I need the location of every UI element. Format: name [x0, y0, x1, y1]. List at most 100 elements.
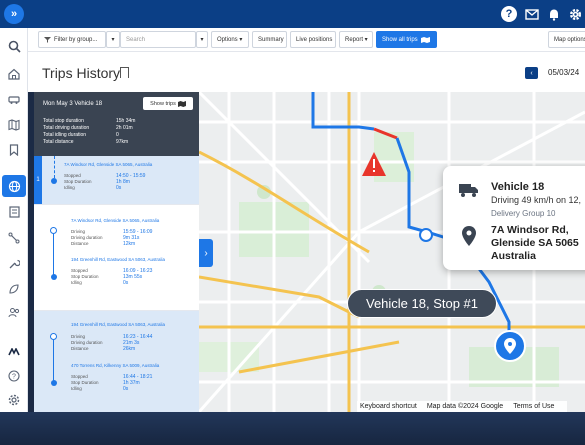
stop-tooltip: Vehicle 18, Stop #1	[347, 289, 497, 318]
expand-menu-icon[interactable]: »	[4, 4, 24, 24]
trip-end-address: 470 Torrens Rd, Kilkenny SA 5009, Austra…	[71, 363, 160, 368]
timeline-start-dot	[50, 333, 57, 340]
search-icon[interactable]	[4, 36, 24, 56]
stop-address: 7A Windsor Rd, Glenside SA 5065, Austral…	[64, 162, 153, 167]
map-data-label: Map data ©2024 Google	[426, 403, 504, 410]
trip-value: 0s	[123, 386, 129, 392]
trip-value: 12km	[123, 241, 136, 247]
top-navigation-bar: ?	[28, 0, 585, 28]
stat-value: 15h 34m	[116, 118, 136, 124]
vehicle-icon[interactable]	[4, 90, 24, 110]
summary-button[interactable]: Summary	[252, 31, 287, 48]
stat-row: Total distance 97km	[43, 139, 128, 145]
selected-stop-marker: 1	[34, 156, 42, 204]
options-button[interactable]: Options ▾	[211, 31, 249, 48]
trip-start-address: 7A Windsor Rd, Glenside SA 5065, Austral…	[71, 218, 160, 223]
route-icon[interactable]	[4, 228, 24, 248]
page-header: Trips History ‹ 05/03/24	[28, 52, 585, 92]
mail-icon[interactable]	[524, 6, 540, 22]
bookmark-icon[interactable]	[120, 67, 129, 78]
icon-rail: » ?	[0, 0, 28, 412]
card-group: Delivery Group 10	[491, 209, 556, 218]
trip-value: 26km	[123, 346, 136, 352]
report-icon[interactable]	[4, 202, 24, 222]
show-trips-button[interactable]: Show trips	[143, 97, 193, 110]
brand-logo-icon	[4, 342, 24, 362]
trip-value: 0s	[123, 280, 129, 286]
filter-group-select[interactable]: Filter by group...	[38, 31, 106, 48]
map-icon	[177, 100, 186, 107]
help-icon[interactable]: ?	[4, 366, 24, 386]
stat-label: Total distance	[43, 139, 74, 145]
stat-value: 97km	[116, 139, 129, 145]
rail-header: »	[0, 0, 28, 28]
card-status: Driving 49 km/h on 12,	[491, 195, 582, 205]
show-all-trips-button[interactable]: Show all trips	[376, 31, 437, 48]
bell-icon[interactable]	[546, 6, 562, 22]
timeline-stop-dot	[51, 274, 57, 280]
filter-icon	[44, 36, 51, 43]
report-button[interactable]: Report ▾	[339, 31, 373, 48]
stat-value: 0	[116, 132, 119, 138]
timeline-stop-dot	[51, 380, 57, 386]
trip-label: Idling	[71, 386, 82, 391]
trip-label: Distance	[71, 346, 89, 351]
page-title: Trips History	[42, 65, 121, 81]
wrench-icon[interactable]	[4, 254, 24, 274]
settings-icon[interactable]	[4, 390, 24, 410]
previous-date-button[interactable]: ‹	[525, 67, 538, 79]
bookmark-icon[interactable]	[4, 140, 24, 160]
trip-start-address: 194 Greenhill Rd, Eastwood SA 5063, Aust…	[71, 322, 166, 327]
filter-label: Filter by group...	[54, 36, 98, 43]
card-vehicle-name: Vehicle 18	[491, 181, 545, 193]
home-icon[interactable]	[4, 64, 24, 84]
trip-list-item[interactable]: 7A Windsor Rd, Glenside SA 5065, Austral…	[34, 156, 199, 204]
search-dropdown-button[interactable]: ▾	[196, 31, 208, 48]
stat-label: Total stop duration	[43, 118, 84, 124]
trip-summary-header: Mon May 3 Vehicle 18 Show trips Total st…	[34, 92, 199, 156]
stop-value: 0s	[116, 185, 122, 191]
stat-row: Total driving duration 2h 01m	[43, 125, 133, 131]
stat-value: 2h 01m	[116, 125, 133, 131]
stop-label: Idling	[64, 185, 75, 190]
trip-list-panel: Mon May 3 Vehicle 18 Show trips Total st…	[34, 92, 199, 412]
help-icon[interactable]: ?	[501, 6, 517, 22]
svg-text:?: ?	[12, 374, 16, 381]
stat-row: Total stop duration 15h 34m	[43, 118, 135, 124]
trip-label: Distance	[71, 241, 89, 246]
terms-link[interactable]: Terms of Use	[513, 403, 554, 410]
timeline-stop-dot	[51, 178, 57, 184]
truck-icon	[459, 184, 478, 197]
trip-end-address: 194 Greenhill Rd, Eastwood SA 5063, Aust…	[71, 257, 166, 262]
stat-label: Total driving duration	[43, 125, 90, 131]
timeline-line	[53, 340, 54, 381]
map-attribution: Keyboard shortcut Map data ©2024 Google …	[357, 401, 568, 412]
date-selector[interactable]: 05/03/24	[548, 68, 579, 77]
trip-list-item[interactable]: 194 Greenhill Rd, Eastwood SA 5063, Aust…	[34, 311, 199, 412]
stat-label: Total idling duration	[43, 132, 87, 138]
collapse-panel-button[interactable]: ›	[199, 239, 213, 267]
search-input[interactable]: Search	[120, 31, 196, 48]
trip-label: Idling	[71, 280, 82, 285]
gear-icon[interactable]	[567, 6, 583, 22]
filter-dropdown-button[interactable]: ▾	[106, 31, 120, 48]
globe-icon[interactable]	[2, 175, 26, 197]
trip-list-item[interactable]: 7A Windsor Rd, Glenside SA 5065, Austral…	[34, 205, 199, 309]
show-trips-label: Show trips	[150, 100, 176, 107]
timeline-start-dot	[50, 227, 57, 234]
stat-row: Total idling duration 0	[43, 132, 119, 138]
card-address: 7A Windsor Rd, Glenside SA 5065 Australi…	[491, 224, 579, 262]
show-all-trips-label: Show all trips	[382, 36, 418, 43]
background-frame	[0, 412, 585, 445]
leaf-icon[interactable]	[4, 279, 24, 299]
location-pin-icon	[462, 226, 476, 246]
keyboard-shortcut-link[interactable]: Keyboard shortcut	[360, 403, 417, 410]
vehicle-info-card[interactable]: Vehicle 18 Driving 49 km/h on 12, Delive…	[443, 166, 585, 270]
live-positions-button[interactable]: Live positions	[290, 31, 336, 48]
timeline-line	[53, 234, 54, 275]
map-icon[interactable]	[4, 115, 24, 135]
toolbar: Filter by group... ▾ Search ▾ Options ▾ …	[28, 28, 585, 52]
map-options-button[interactable]: Map options	[548, 31, 585, 48]
map-icon	[420, 36, 430, 43]
users-icon[interactable]	[4, 303, 24, 323]
